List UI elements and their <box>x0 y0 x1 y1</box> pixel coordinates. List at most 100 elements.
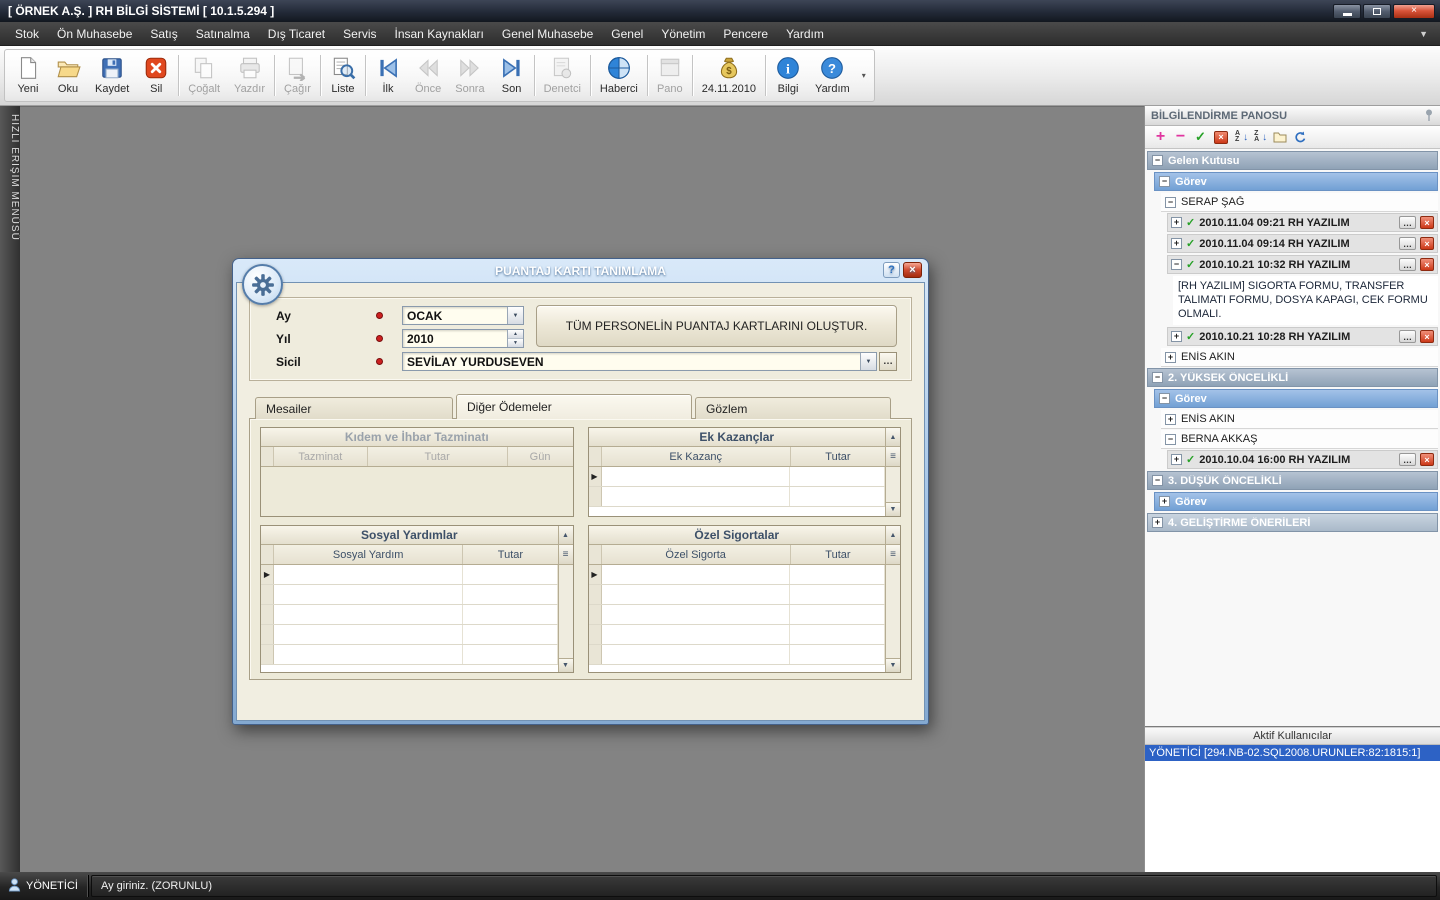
grid-row[interactable] <box>588 625 885 645</box>
toolbar-sonra-button[interactable]: Sonra <box>448 51 491 100</box>
grid-menu-button[interactable]: ≡ <box>886 447 900 467</box>
expand-icon[interactable]: + <box>1159 496 1170 507</box>
chevron-down-icon[interactable]: ▼ <box>507 307 523 324</box>
column-header[interactable]: Ek Kazanç <box>602 447 791 466</box>
sicil-lookup-button[interactable]: … <box>879 352 897 371</box>
column-header[interactable]: Tutar <box>368 447 508 466</box>
menu-item-satinalma[interactable]: Satınalma <box>187 23 259 45</box>
toolbar-pano-button[interactable]: Pano <box>650 51 690 100</box>
spin-up-icon[interactable]: ▲ <box>508 330 523 339</box>
grid-row[interactable] <box>261 645 558 665</box>
task-detail-button[interactable]: … <box>1399 258 1416 271</box>
quick-access-strip[interactable]: HIZLI ERİŞİM MENÜSÜ <box>0 106 20 872</box>
sort-ascending-icon[interactable]: A Z ↓ <box>1235 130 1248 144</box>
scroll-track[interactable] <box>559 565 573 658</box>
task-detail-button[interactable]: … <box>1399 216 1416 229</box>
yil-spinner[interactable]: 2010 ▲ ▼ <box>402 329 524 348</box>
tab-gozlem[interactable]: Gözlem <box>695 397 891 419</box>
expand-icon[interactable]: + <box>1165 351 1176 363</box>
tree-task[interactable]: + ✓ 2010.10.21 10:28 RH YAZILIM … × <box>1167 327 1438 346</box>
expand-icon[interactable]: + <box>1171 238 1182 249</box>
column-header[interactable]: Tazminat <box>274 447 368 466</box>
column-header[interactable]: Tutar <box>791 447 885 466</box>
toolbar-yardim-button[interactable]: ? Yardım <box>808 51 857 100</box>
expand-icon[interactable]: + <box>1152 517 1163 528</box>
tree-group-yuksek-oncelikli[interactable]: − 2. YÜKSEK ÖNCELİKLİ <box>1147 368 1438 387</box>
menu-overflow-chevron-icon[interactable]: ▼ <box>1413 29 1434 39</box>
toolbar-cagir-button[interactable]: Çağır <box>277 51 318 100</box>
chevron-down-icon[interactable]: ▼ <box>860 353 876 370</box>
menu-item-yardim[interactable]: Yardım <box>777 23 833 45</box>
column-header[interactable]: Sosyal Yardım <box>274 545 464 564</box>
toolbar-once-button[interactable]: Önce <box>408 51 448 100</box>
scroll-up-button[interactable]: ▲ <box>886 428 900 447</box>
scroll-track[interactable] <box>886 565 900 658</box>
toolbar-denetci-button[interactable]: Denetci <box>537 51 588 100</box>
tree-category-gorev[interactable]: + Görev <box>1154 492 1438 511</box>
grid-row[interactable] <box>261 605 558 625</box>
collapse-icon[interactable]: − <box>1152 475 1163 486</box>
tree-task[interactable]: + ✓ 2010.11.04 09:14 RH YAZILIM … × <box>1167 234 1438 253</box>
menu-item-stok[interactable]: Stok <box>6 23 48 45</box>
toolbar-cogalt-button[interactable]: Çoğalt <box>181 51 227 100</box>
remove-task-button[interactable]: − <box>1174 129 1187 145</box>
toolbar-date-button[interactable]: $ 24.11.2010 <box>695 51 763 100</box>
tree-person-enis-akin[interactable]: + ENİS AKIN <box>1161 348 1438 367</box>
expand-icon[interactable]: + <box>1171 217 1182 228</box>
grid-row[interactable] <box>588 487 885 507</box>
task-delete-button[interactable]: × <box>1420 237 1434 250</box>
grid-row[interactable] <box>261 625 558 645</box>
menu-item-on-muhasebe[interactable]: Ön Muhasebe <box>48 23 141 45</box>
scroll-up-button[interactable]: ▲ <box>886 526 900 545</box>
spin-down-icon[interactable]: ▼ <box>508 339 523 347</box>
task-detail-button[interactable]: … <box>1399 453 1416 466</box>
menu-item-dis-ticaret[interactable]: Dış Ticaret <box>259 23 334 45</box>
collapse-icon[interactable]: − <box>1152 155 1163 166</box>
tree-category-gorev[interactable]: − Görev <box>1154 172 1438 191</box>
menu-item-insan-kaynaklari[interactable]: İnsan Kaynakları <box>386 23 493 45</box>
grid-row[interactable] <box>588 585 885 605</box>
menu-item-satis[interactable]: Satış <box>141 23 186 45</box>
expand-icon[interactable]: + <box>1171 331 1182 342</box>
scroll-down-button[interactable]: ▼ <box>886 658 900 672</box>
grid-row[interactable] <box>588 645 885 665</box>
dialog-titlebar[interactable]: PUANTAJ KARTI TANIMLAMA ? × <box>236 259 925 282</box>
ay-combobox[interactable]: OCAK ▼ <box>402 306 524 325</box>
toolbar-bilgi-button[interactable]: i Bilgi <box>768 51 808 100</box>
active-user-row[interactable]: YÖNETİCİ [294.NB-02.SQL2008.URUNLER:82:1… <box>1145 745 1440 761</box>
collapse-icon[interactable]: − <box>1152 372 1163 383</box>
toolbar-sil-button[interactable]: Sil <box>136 51 176 100</box>
menu-item-yonetim[interactable]: Yönetim <box>652 23 714 45</box>
task-delete-button[interactable]: × <box>1420 330 1434 343</box>
tree-group-gelistirme-onerileri[interactable]: + 4. GELİŞTİRME ÖNERİLERİ <box>1147 513 1438 532</box>
task-delete-button[interactable]: × <box>1420 216 1434 229</box>
expand-icon[interactable]: + <box>1165 413 1176 425</box>
scroll-down-button[interactable]: ▼ <box>558 658 573 672</box>
tree-task[interactable]: + ✓ 2010.10.04 16:00 RH YAZILIM … × <box>1167 450 1438 469</box>
delete-task-button[interactable]: × <box>1214 130 1228 144</box>
task-detail-button[interactable]: … <box>1399 330 1416 343</box>
grid-row[interactable] <box>588 605 885 625</box>
toolbar-ilk-button[interactable]: İlk <box>368 51 408 100</box>
grid-row[interactable]: ▶ <box>261 565 558 585</box>
toolbar-haberci-button[interactable]: Haberci <box>593 51 645 100</box>
tree-task[interactable]: + ✓ 2010.11.04 09:21 RH YAZILIM … × <box>1167 213 1438 232</box>
column-header[interactable]: Gün <box>508 447 573 466</box>
task-detail-button[interactable]: … <box>1399 237 1416 250</box>
collapse-icon[interactable]: − <box>1171 259 1182 270</box>
tree-person-enis-akin[interactable]: + ENİS AKIN <box>1161 410 1438 429</box>
grid-menu-button[interactable]: ≡ <box>558 545 573 565</box>
folder-icon[interactable] <box>1273 129 1287 145</box>
grid-menu-button[interactable]: ≡ <box>886 545 900 565</box>
task-delete-button[interactable]: × <box>1420 453 1434 466</box>
dialog-close-button[interactable]: × <box>903 262 922 278</box>
refresh-icon[interactable] <box>1294 129 1307 145</box>
sicil-combobox[interactable]: SEVİLAY YURDUSEVEN ▼ <box>402 352 877 371</box>
tab-diger-odemeler[interactable]: Diğer Ödemeler <box>456 394 692 419</box>
task-delete-button[interactable]: × <box>1420 258 1434 271</box>
grid-row[interactable]: ▶ <box>588 467 885 487</box>
toolbar-yazdir-button[interactable]: Yazdır <box>227 51 272 100</box>
menu-item-genel[interactable]: Genel <box>602 23 652 45</box>
tab-mesailer[interactable]: Mesailer <box>255 397 453 419</box>
sort-descending-icon[interactable]: Z A ↓ <box>1254 130 1267 144</box>
